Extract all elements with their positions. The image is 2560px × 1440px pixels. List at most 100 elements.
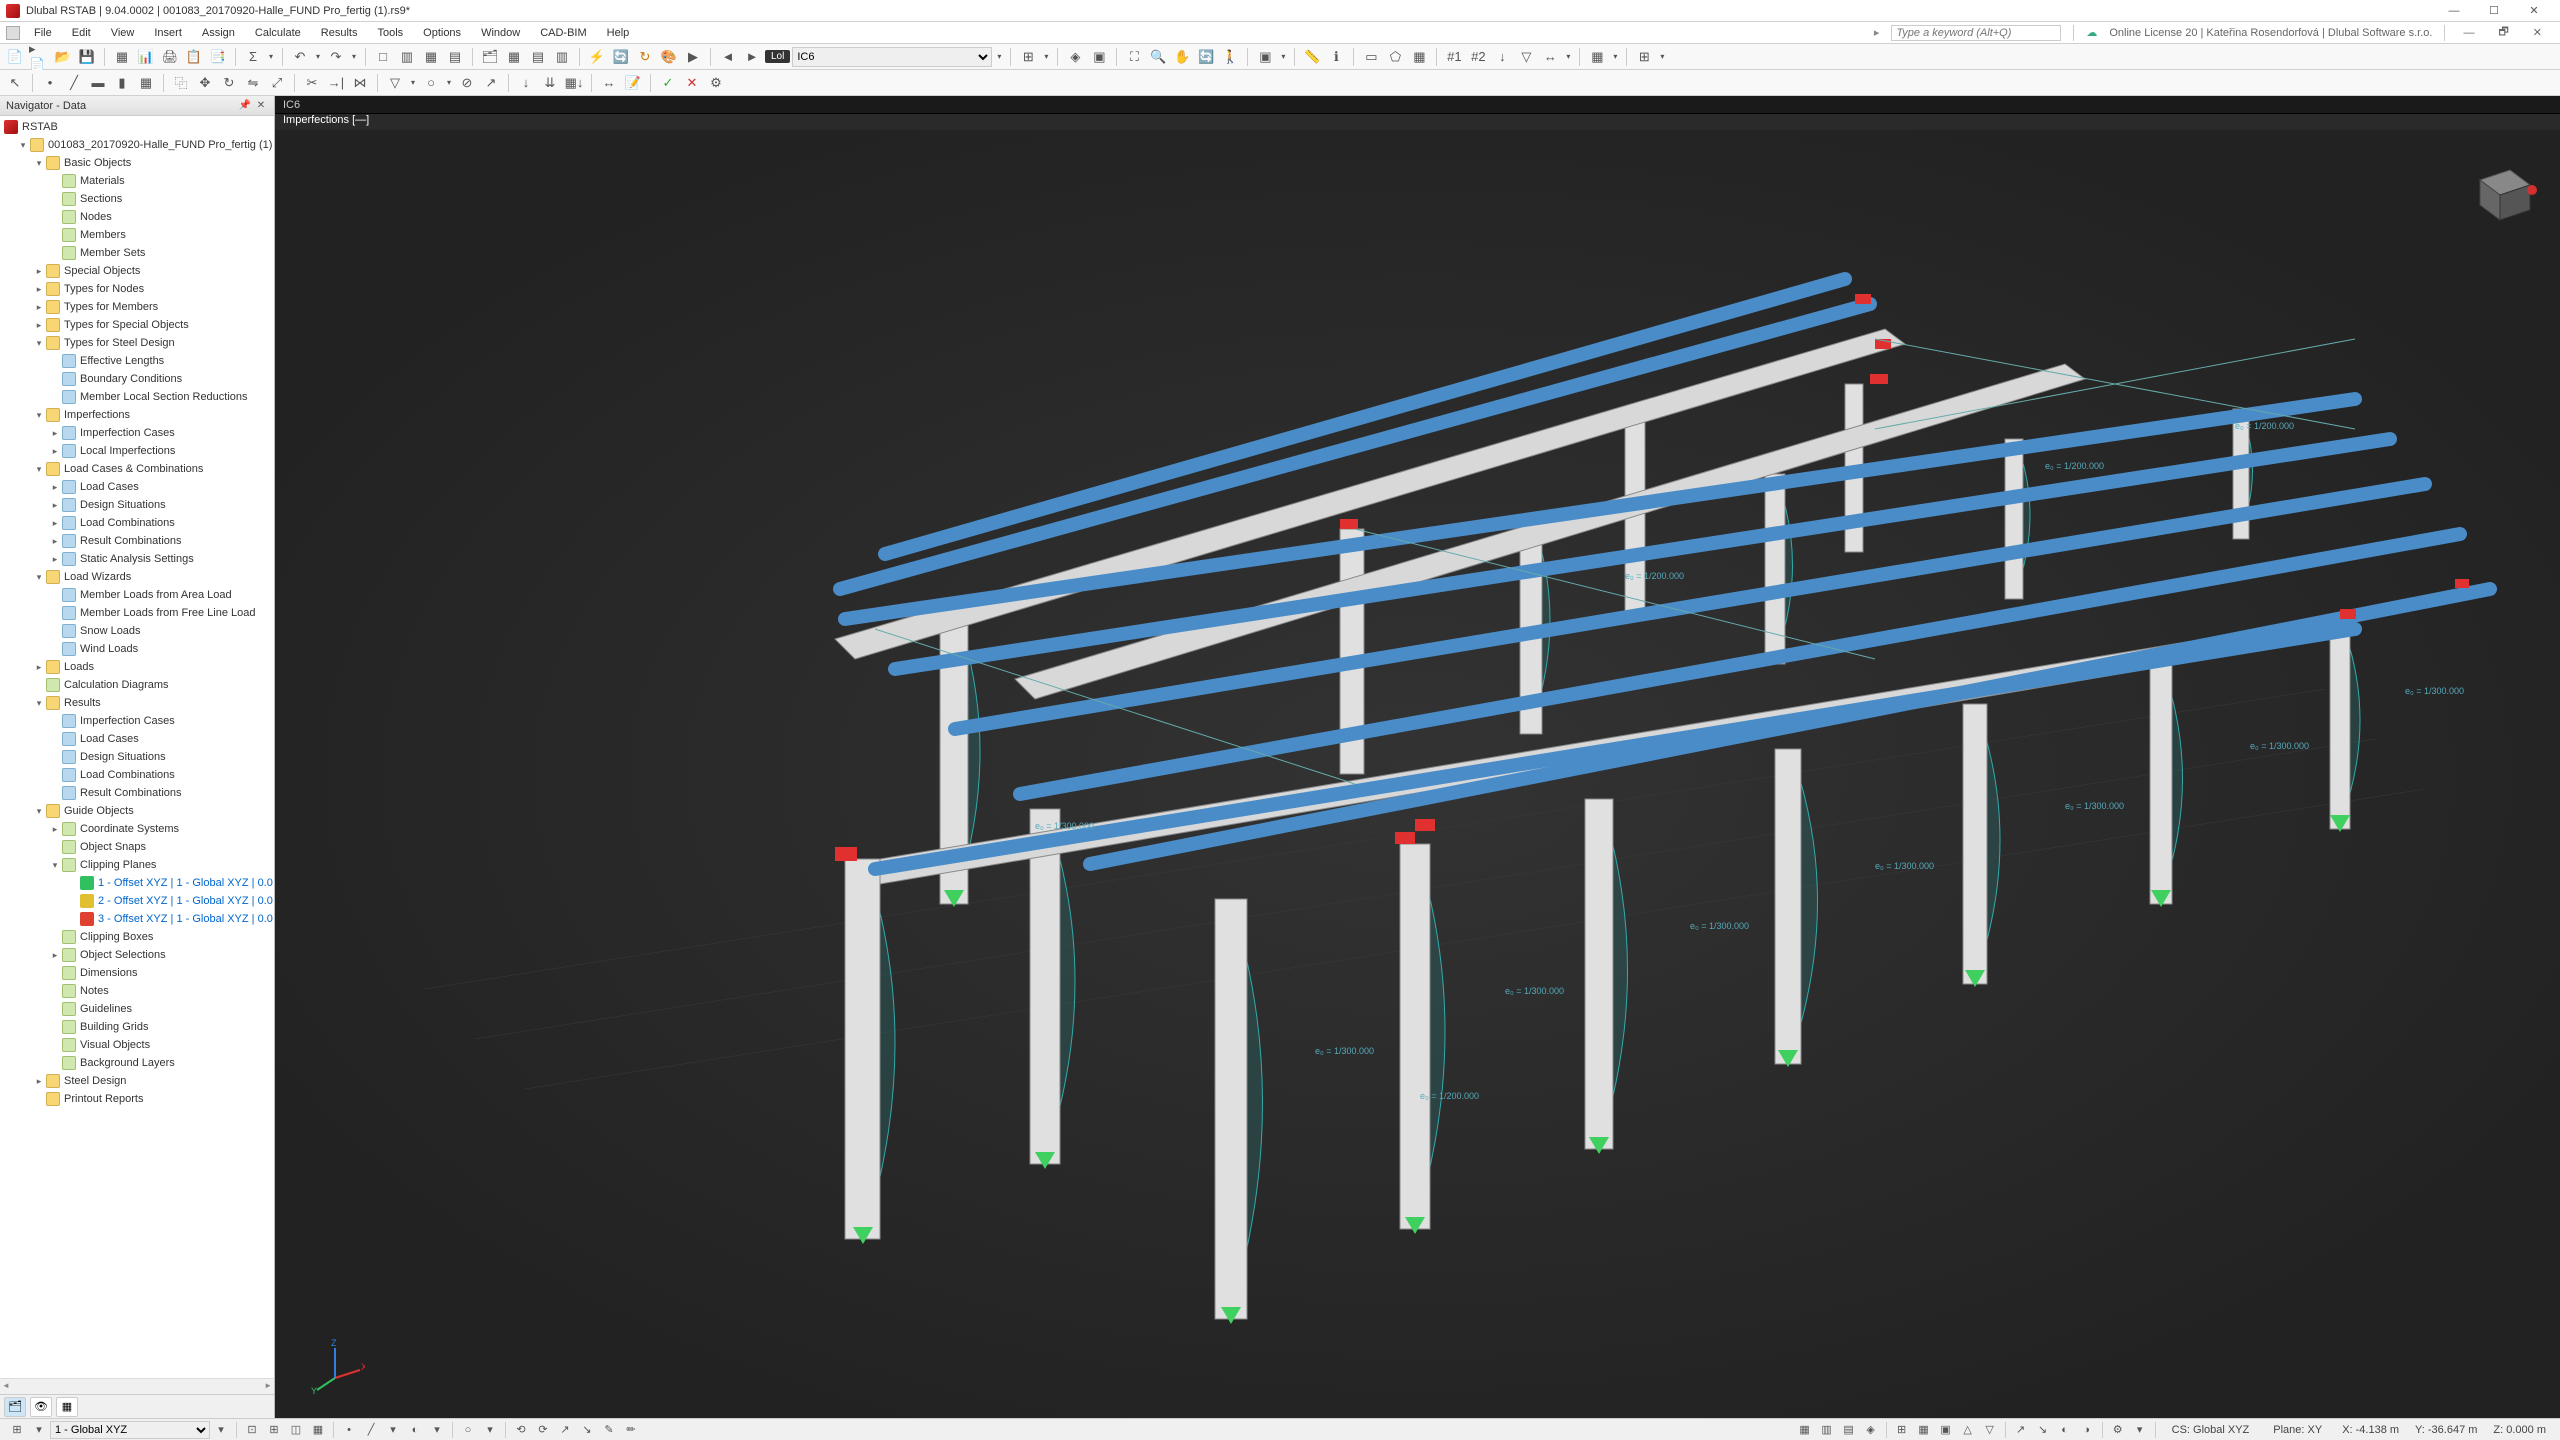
expander[interactable]: ▸ — [48, 518, 62, 529]
sb-15[interactable]: ↘ — [577, 1421, 597, 1439]
tree-obj-sel[interactable]: Object Selections — [80, 949, 166, 961]
tree-r-lc[interactable]: Load Cases — [80, 733, 139, 745]
tree-types-members[interactable]: Types for Members — [64, 301, 158, 313]
window-cascade-button[interactable]: ▦ — [420, 46, 442, 68]
tree-clipping-boxes[interactable]: Clipping Boxes — [80, 931, 153, 943]
axis-gizmo[interactable]: X Y Z — [305, 1338, 365, 1398]
disp-dd[interactable]: ▾ — [1278, 52, 1288, 61]
sb-r5[interactable]: ⊞ — [1892, 1421, 1912, 1439]
tree-imperfections[interactable]: Imperfections — [64, 409, 130, 421]
tree-cs[interactable]: Coordinate Systems — [80, 823, 179, 835]
sb-5[interactable]: • — [339, 1421, 359, 1439]
sb-6[interactable]: ╱ — [361, 1421, 381, 1439]
new-from-template-button[interactable]: ▸📄 — [28, 46, 50, 68]
sb-r2[interactable]: ▥ — [1817, 1421, 1837, 1439]
select-button[interactable]: ▭ — [1360, 46, 1382, 68]
tree-root[interactable]: RSTAB — [22, 121, 58, 133]
show-dd[interactable]: ▾ — [1041, 52, 1051, 61]
expander[interactable]: ▾ — [16, 140, 30, 151]
view-iso-button[interactable]: ◈ — [1064, 46, 1086, 68]
color-scale-button[interactable]: 🎨 — [658, 46, 680, 68]
animate-button[interactable]: ▶ — [682, 46, 704, 68]
print-button[interactable] — [159, 46, 181, 68]
show-numbers-button[interactable]: #1 — [1443, 46, 1465, 68]
tree-nodes[interactable]: Nodes — [80, 211, 112, 223]
sb-r3[interactable]: ▤ — [1839, 1421, 1859, 1439]
nav-display-button[interactable]: ▦ — [503, 46, 525, 68]
sb-13[interactable]: ⟳ — [533, 1421, 553, 1439]
window-single-button[interactable]: □ — [372, 46, 394, 68]
support-dd[interactable]: ▾ — [408, 78, 418, 87]
expander[interactable]: ▸ — [48, 482, 62, 493]
sb-11[interactable]: ▾ — [480, 1421, 500, 1439]
tree-basic-objects[interactable]: Basic Objects — [64, 157, 131, 169]
tree-boundary[interactable]: Boundary Conditions — [80, 373, 182, 385]
expander[interactable]: ▸ — [32, 302, 46, 313]
menu-view[interactable]: View — [101, 25, 145, 41]
walk-button[interactable]: 🚶 — [1219, 46, 1241, 68]
expander[interactable]: ▸ — [32, 266, 46, 277]
nav-views-button[interactable]: ▤ — [527, 46, 549, 68]
expander[interactable]: ▾ — [32, 464, 46, 475]
load-nodal-button[interactable]: ↓ — [515, 72, 537, 94]
sb-r8[interactable]: △ — [1958, 1421, 1978, 1439]
hinge-button[interactable]: ○ — [420, 72, 442, 94]
restore-doc-button[interactable]: 🗗 — [2492, 23, 2514, 42]
tree-load-cases[interactable]: Load Cases — [80, 481, 139, 493]
grid-dd[interactable]: ▾ — [1657, 52, 1667, 61]
show-dim-button[interactable]: ↔ — [1539, 46, 1561, 68]
results-toggle-button[interactable]: ⚡ — [586, 46, 608, 68]
tree-special-objects[interactable]: Special Objects — [64, 265, 140, 277]
grid-button[interactable]: ⊞ — [1633, 46, 1655, 68]
show-labels-button[interactable]: #2 — [1467, 46, 1489, 68]
show-all-button[interactable]: ⊞ — [1017, 46, 1039, 68]
delete-button[interactable]: ✕ — [681, 72, 703, 94]
tree-snaps[interactable]: Object Snaps — [80, 841, 146, 853]
expander[interactable]: ▸ — [48, 446, 62, 457]
tree-types-steel[interactable]: Types for Steel Design — [64, 337, 175, 349]
select-poly-button[interactable]: ⬠ — [1384, 46, 1406, 68]
tree-plane-3[interactable]: 3 - Offset XYZ | 1 - Global XYZ | 0.0 — [98, 913, 273, 925]
tree-local-imp[interactable]: Local Imperfections — [80, 445, 175, 457]
menu-help[interactable]: Help — [597, 25, 640, 41]
redo-button[interactable] — [325, 46, 347, 68]
expander[interactable]: ▸ — [48, 824, 62, 835]
tree-r-imp[interactable]: Imperfection Cases — [80, 715, 175, 727]
pan-button[interactable]: ✋ — [1171, 46, 1193, 68]
tree-lc-combo[interactable]: Load Cases & Combinations — [64, 463, 203, 475]
window-tiled-button[interactable]: ▥ — [396, 46, 418, 68]
viewport-canvas[interactable]: e₀ = 1/300.000 e₀ = 1/300.000 e₀ = 1/300… — [275, 130, 2560, 1418]
menu-results[interactable]: Results — [311, 25, 368, 41]
menu-assign[interactable]: Assign — [192, 25, 245, 41]
sb-1[interactable]: ⊡ — [242, 1421, 262, 1439]
gear-button[interactable]: ⚙ — [705, 72, 727, 94]
tree-project[interactable]: 001083_20170920-Halle_FUND Pro_fertig (1… — [48, 139, 272, 151]
zoom-fit-button[interactable]: ⛶ — [1123, 46, 1145, 68]
expander[interactable]: ▸ — [48, 950, 62, 961]
print-preview-button[interactable]: 📋 — [183, 46, 205, 68]
window-float-button[interactable]: ▤ — [444, 46, 466, 68]
nav-tab-data[interactable]: 🗂 — [4, 1397, 26, 1417]
menu-edit[interactable]: Edit — [62, 25, 101, 41]
expander[interactable]: ▸ — [32, 662, 46, 673]
expander[interactable]: ▸ — [32, 320, 46, 331]
node-button[interactable]: • — [39, 72, 61, 94]
beam-button[interactable]: ▬ — [87, 72, 109, 94]
tree-r-combo[interactable]: Load Combinations — [80, 769, 175, 781]
reset-button[interactable]: ↻ — [634, 46, 656, 68]
undo-button[interactable] — [289, 46, 311, 68]
keyword-search-input[interactable] — [1891, 25, 2061, 41]
save-button[interactable] — [76, 46, 98, 68]
expander[interactable]: ▾ — [32, 698, 46, 709]
sb-12[interactable]: ⟲ — [511, 1421, 531, 1439]
tree-load-wizards[interactable]: Load Wizards — [64, 571, 131, 583]
tree-snow-loads[interactable]: Snow Loads — [80, 625, 141, 637]
tree-area-load[interactable]: Member Loads from Area Load — [80, 589, 232, 601]
close-doc-button[interactable]: ✕ — [2527, 26, 2548, 39]
graphic-button[interactable]: 📊 — [135, 46, 157, 68]
sb-r7[interactable]: ▣ — [1936, 1421, 1956, 1439]
tree-static-settings[interactable]: Static Analysis Settings — [80, 553, 194, 565]
tree-design-sit[interactable]: Design Situations — [80, 499, 166, 511]
sb-r15[interactable]: ▾ — [2130, 1421, 2150, 1439]
nav-results-button[interactable]: ▥ — [551, 46, 573, 68]
